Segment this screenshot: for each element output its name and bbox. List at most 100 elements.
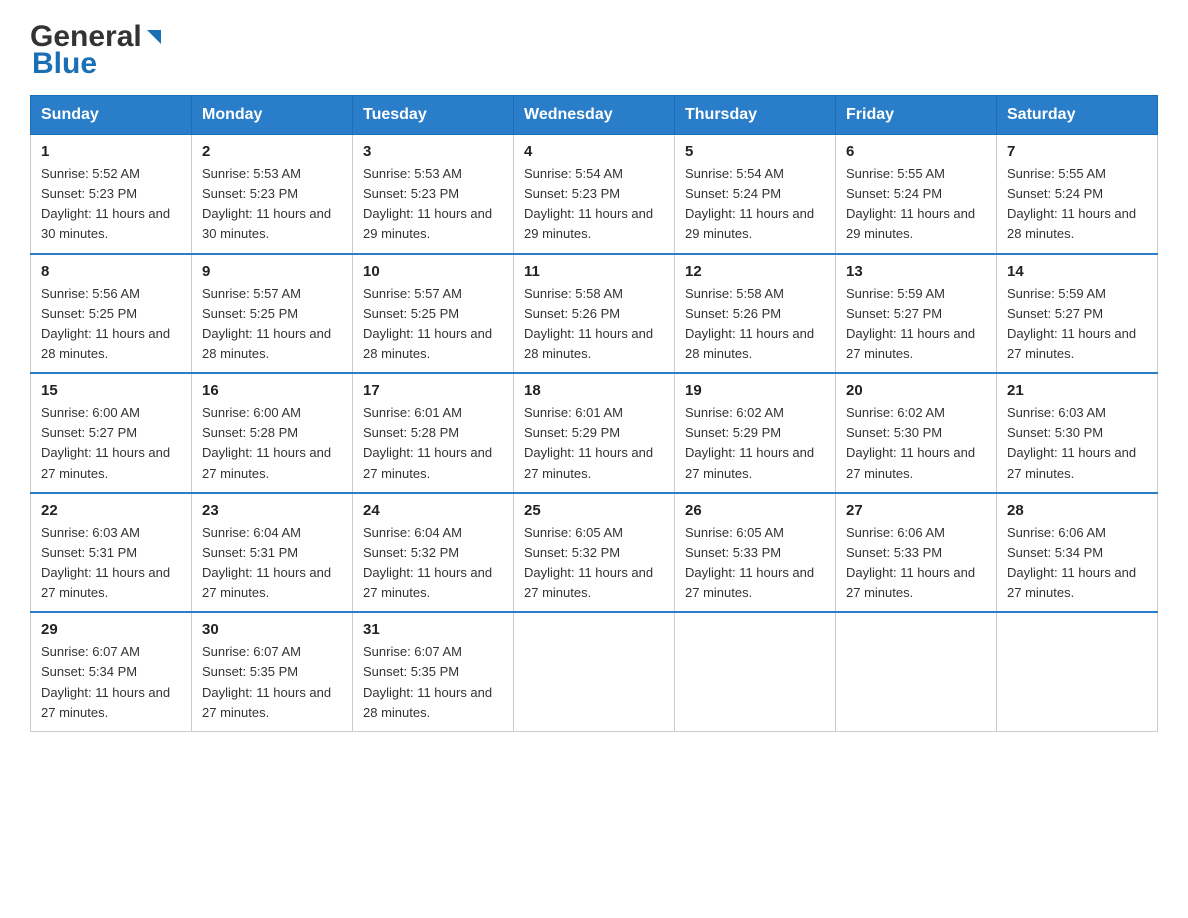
day-number: 23 bbox=[202, 502, 342, 519]
day-number: 26 bbox=[685, 502, 825, 519]
weekday-header-monday: Monday bbox=[192, 96, 353, 135]
calendar-day-cell: 15 Sunrise: 6:00 AMSunset: 5:27 PMDayligh… bbox=[31, 373, 192, 493]
calendar-day-cell bbox=[997, 612, 1158, 731]
day-number: 6 bbox=[846, 143, 986, 160]
day-number: 7 bbox=[1007, 143, 1147, 160]
day-info: Sunrise: 6:01 AMSunset: 5:28 PMDaylight:… bbox=[363, 403, 503, 484]
weekday-header-wednesday: Wednesday bbox=[514, 96, 675, 135]
calendar-day-cell: 9 Sunrise: 5:57 AMSunset: 5:25 PMDaylight… bbox=[192, 254, 353, 374]
calendar-day-cell: 30 Sunrise: 6:07 AMSunset: 5:35 PMDayligh… bbox=[192, 612, 353, 731]
weekday-header-saturday: Saturday bbox=[997, 96, 1158, 135]
day-info: Sunrise: 5:58 AMSunset: 5:26 PMDaylight:… bbox=[524, 284, 664, 365]
day-info: Sunrise: 6:03 AMSunset: 5:31 PMDaylight:… bbox=[41, 523, 181, 604]
day-number: 29 bbox=[41, 621, 181, 638]
calendar-day-cell: 16 Sunrise: 6:00 AMSunset: 5:28 PMDayligh… bbox=[192, 373, 353, 493]
day-number: 21 bbox=[1007, 382, 1147, 399]
day-number: 16 bbox=[202, 382, 342, 399]
day-number: 4 bbox=[524, 143, 664, 160]
day-number: 12 bbox=[685, 263, 825, 280]
day-info: Sunrise: 5:55 AMSunset: 5:24 PMDaylight:… bbox=[1007, 164, 1147, 245]
calendar-day-cell: 18Sunrise: 6:01 AMSunset: 5:29 PMDayligh… bbox=[514, 373, 675, 493]
day-info: Sunrise: 5:53 AMSunset: 5:23 PMDaylight:… bbox=[202, 164, 342, 245]
day-info: Sunrise: 5:58 AMSunset: 5:26 PMDaylight:… bbox=[685, 284, 825, 365]
day-number: 3 bbox=[363, 143, 503, 160]
calendar-day-cell: 4 Sunrise: 5:54 AMSunset: 5:23 PMDaylight… bbox=[514, 135, 675, 254]
day-number: 22 bbox=[41, 502, 181, 519]
day-number: 19 bbox=[685, 382, 825, 399]
weekday-header-sunday: Sunday bbox=[31, 96, 192, 135]
calendar-day-cell: 27 Sunrise: 6:06 AMSunset: 5:33 PMDayligh… bbox=[836, 493, 997, 613]
day-number: 30 bbox=[202, 621, 342, 638]
logo-blue: Blue bbox=[32, 49, 97, 79]
weekday-header-friday: Friday bbox=[836, 96, 997, 135]
calendar-week-row: 1 Sunrise: 5:52 AMSunset: 5:23 PMDaylight… bbox=[31, 135, 1158, 254]
calendar-day-cell: 1 Sunrise: 5:52 AMSunset: 5:23 PMDaylight… bbox=[31, 135, 192, 254]
day-number: 18 bbox=[524, 382, 664, 399]
day-info: Sunrise: 6:00 AMSunset: 5:27 PMDaylight:… bbox=[41, 403, 181, 484]
day-number: 1 bbox=[41, 143, 181, 160]
day-number: 14 bbox=[1007, 263, 1147, 280]
day-info: Sunrise: 6:05 AMSunset: 5:33 PMDaylight:… bbox=[685, 523, 825, 604]
calendar-day-cell: 25Sunrise: 6:05 AMSunset: 5:32 PMDayligh… bbox=[514, 493, 675, 613]
calendar-table: SundayMondayTuesdayWednesdayThursdayFrid… bbox=[30, 95, 1158, 732]
day-info: Sunrise: 5:59 AMSunset: 5:27 PMDaylight:… bbox=[846, 284, 986, 365]
page-header: General Blue bbox=[30, 20, 1158, 79]
calendar-day-cell: 20Sunrise: 6:02 AMSunset: 5:30 PMDayligh… bbox=[836, 373, 997, 493]
day-info: Sunrise: 6:02 AMSunset: 5:29 PMDaylight:… bbox=[685, 403, 825, 484]
day-info: Sunrise: 6:05 AMSunset: 5:32 PMDaylight:… bbox=[524, 523, 664, 604]
day-info: Sunrise: 5:53 AMSunset: 5:23 PMDaylight:… bbox=[363, 164, 503, 245]
calendar-day-cell: 6 Sunrise: 5:55 AMSunset: 5:24 PMDaylight… bbox=[836, 135, 997, 254]
day-info: Sunrise: 5:56 AMSunset: 5:25 PMDaylight:… bbox=[41, 284, 181, 365]
day-number: 24 bbox=[363, 502, 503, 519]
calendar-day-cell: 2Sunrise: 5:53 AMSunset: 5:23 PMDaylight… bbox=[192, 135, 353, 254]
calendar-day-cell: 17 Sunrise: 6:01 AMSunset: 5:28 PMDayligh… bbox=[353, 373, 514, 493]
calendar-week-row: 29Sunrise: 6:07 AMSunset: 5:34 PMDayligh… bbox=[31, 612, 1158, 731]
day-info: Sunrise: 5:52 AMSunset: 5:23 PMDaylight:… bbox=[41, 164, 181, 245]
calendar-week-row: 22 Sunrise: 6:03 AMSunset: 5:31 PMDayligh… bbox=[31, 493, 1158, 613]
day-info: Sunrise: 6:06 AMSunset: 5:33 PMDaylight:… bbox=[846, 523, 986, 604]
calendar-day-cell bbox=[836, 612, 997, 731]
day-info: Sunrise: 6:04 AMSunset: 5:31 PMDaylight:… bbox=[202, 523, 342, 604]
weekday-header-thursday: Thursday bbox=[675, 96, 836, 135]
day-info: Sunrise: 5:54 AMSunset: 5:23 PMDaylight:… bbox=[524, 164, 664, 245]
day-number: 13 bbox=[846, 263, 986, 280]
calendar-day-cell: 31Sunrise: 6:07 AMSunset: 5:35 PMDayligh… bbox=[353, 612, 514, 731]
day-number: 17 bbox=[363, 382, 503, 399]
weekday-header-tuesday: Tuesday bbox=[353, 96, 514, 135]
calendar-day-cell: 14Sunrise: 5:59 AMSunset: 5:27 PMDayligh… bbox=[997, 254, 1158, 374]
day-info: Sunrise: 6:02 AMSunset: 5:30 PMDaylight:… bbox=[846, 403, 986, 484]
day-number: 31 bbox=[363, 621, 503, 638]
day-number: 27 bbox=[846, 502, 986, 519]
day-info: Sunrise: 6:04 AMSunset: 5:32 PMDaylight:… bbox=[363, 523, 503, 604]
calendar-day-cell: 8 Sunrise: 5:56 AMSunset: 5:25 PMDaylight… bbox=[31, 254, 192, 374]
calendar-day-cell: 10Sunrise: 5:57 AMSunset: 5:25 PMDayligh… bbox=[353, 254, 514, 374]
calendar-day-cell: 21 Sunrise: 6:03 AMSunset: 5:30 PMDayligh… bbox=[997, 373, 1158, 493]
day-info: Sunrise: 6:07 AMSunset: 5:35 PMDaylight:… bbox=[202, 642, 342, 723]
day-info: Sunrise: 5:55 AMSunset: 5:24 PMDaylight:… bbox=[846, 164, 986, 245]
calendar-day-cell: 24 Sunrise: 6:04 AMSunset: 5:32 PMDayligh… bbox=[353, 493, 514, 613]
calendar-week-row: 8 Sunrise: 5:56 AMSunset: 5:25 PMDaylight… bbox=[31, 254, 1158, 374]
day-number: 15 bbox=[41, 382, 181, 399]
day-info: Sunrise: 6:03 AMSunset: 5:30 PMDaylight:… bbox=[1007, 403, 1147, 484]
calendar-day-cell: 29Sunrise: 6:07 AMSunset: 5:34 PMDayligh… bbox=[31, 612, 192, 731]
calendar-day-cell: 3 Sunrise: 5:53 AMSunset: 5:23 PMDaylight… bbox=[353, 135, 514, 254]
day-number: 8 bbox=[41, 263, 181, 280]
calendar-day-cell bbox=[514, 612, 675, 731]
calendar-day-cell: 7 Sunrise: 5:55 AMSunset: 5:24 PMDaylight… bbox=[997, 135, 1158, 254]
calendar-week-row: 15 Sunrise: 6:00 AMSunset: 5:27 PMDayligh… bbox=[31, 373, 1158, 493]
day-number: 9 bbox=[202, 263, 342, 280]
day-number: 11 bbox=[524, 263, 664, 280]
calendar-day-cell: 5Sunrise: 5:54 AMSunset: 5:24 PMDaylight… bbox=[675, 135, 836, 254]
calendar-day-cell: 22 Sunrise: 6:03 AMSunset: 5:31 PMDayligh… bbox=[31, 493, 192, 613]
day-number: 5 bbox=[685, 143, 825, 160]
day-info: Sunrise: 5:57 AMSunset: 5:25 PMDaylight:… bbox=[202, 284, 342, 365]
logo-triangle-icon bbox=[143, 26, 165, 48]
weekday-header-row: SundayMondayTuesdayWednesdayThursdayFrid… bbox=[31, 96, 1158, 135]
calendar-day-cell: 23 Sunrise: 6:04 AMSunset: 5:31 PMDayligh… bbox=[192, 493, 353, 613]
calendar-day-cell: 13 Sunrise: 5:59 AMSunset: 5:27 PMDayligh… bbox=[836, 254, 997, 374]
day-number: 28 bbox=[1007, 502, 1147, 519]
day-info: Sunrise: 6:00 AMSunset: 5:28 PMDaylight:… bbox=[202, 403, 342, 484]
calendar-day-cell: 11 Sunrise: 5:58 AMSunset: 5:26 PMDayligh… bbox=[514, 254, 675, 374]
calendar-day-cell: 28Sunrise: 6:06 AMSunset: 5:34 PMDayligh… bbox=[997, 493, 1158, 613]
calendar-day-cell: 26 Sunrise: 6:05 AMSunset: 5:33 PMDayligh… bbox=[675, 493, 836, 613]
